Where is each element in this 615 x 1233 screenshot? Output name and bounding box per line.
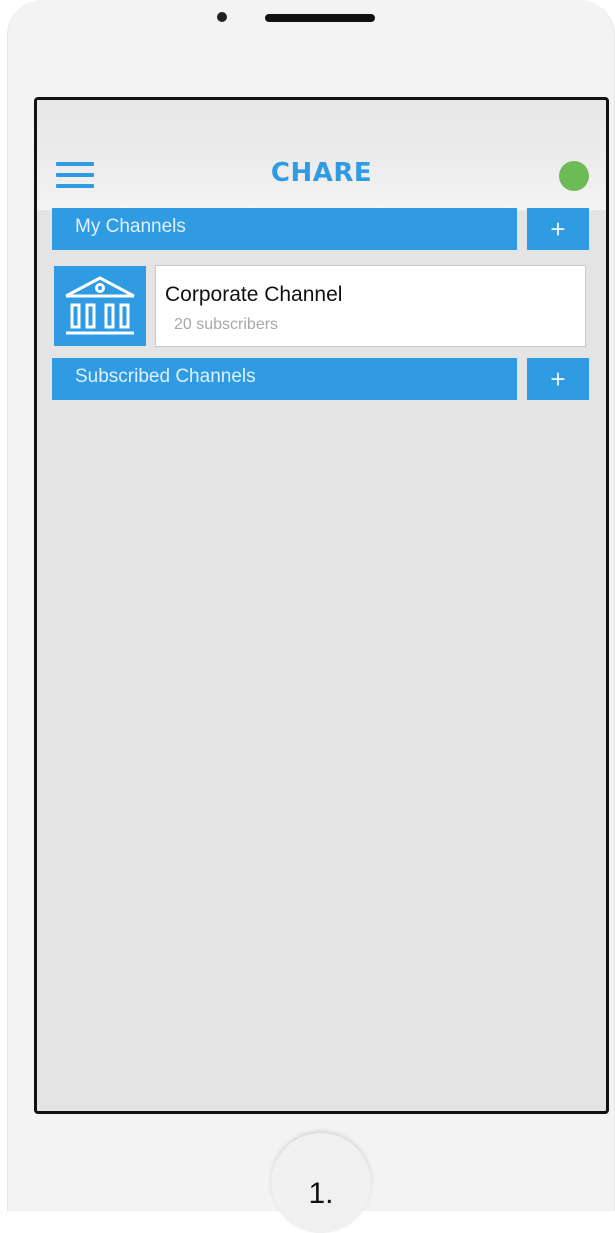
status-indicator (559, 161, 589, 191)
front-camera (217, 12, 227, 22)
step-label: 1. (308, 1177, 334, 1210)
add-subscribed-channel-button[interactable]: + (527, 358, 589, 400)
channel-subscriber-count: 20 subscribers (174, 316, 279, 333)
institution-building-icon (54, 266, 146, 346)
my-channels-label: My Channels (75, 216, 186, 237)
earpiece-speaker (265, 14, 375, 22)
home-button[interactable]: 1. (271, 1133, 371, 1233)
app-screen: CHARE My Channels + Corporate Channel 20… (34, 97, 609, 1114)
add-my-channel-button[interactable]: + (527, 208, 589, 250)
my-channels-header: My Channels (52, 208, 517, 250)
subscribed-channels-label: Subscribed Channels (75, 366, 256, 387)
app-header: CHARE (37, 100, 606, 210)
app-title: CHARE (270, 158, 373, 188)
channel-list-item[interactable]: Corporate Channel 20 subscribers (155, 265, 586, 347)
channel-name: Corporate Channel (165, 283, 343, 306)
phone-frame: CHARE My Channels + Corporate Channel 20… (7, 0, 615, 1233)
subscribed-channels-header: Subscribed Channels (52, 358, 517, 400)
